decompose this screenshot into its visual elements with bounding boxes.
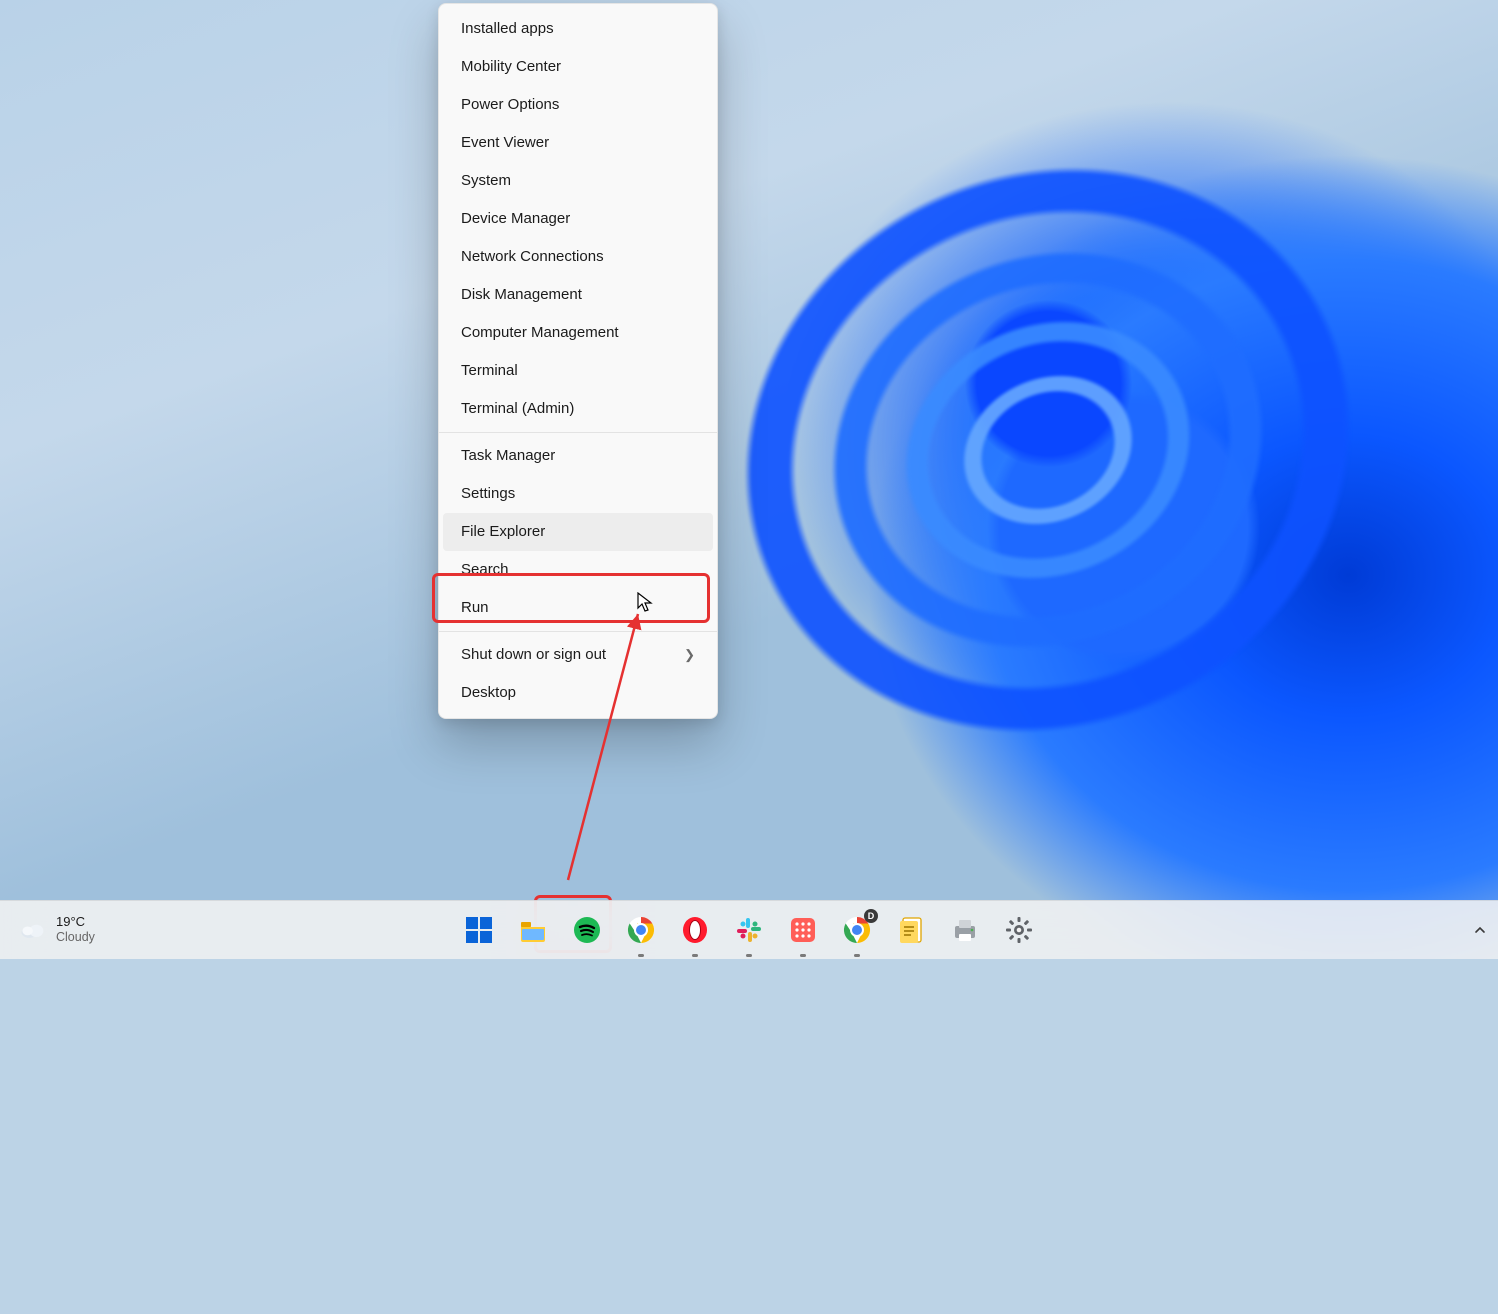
calendar-app-icon[interactable] xyxy=(780,907,826,953)
printer-icon xyxy=(951,916,979,944)
menu-item-label: Network Connections xyxy=(461,248,604,266)
menu-item-device-manager[interactable]: Device Manager xyxy=(443,200,713,238)
weather-widget[interactable]: 19°C Cloudy xyxy=(0,901,113,959)
file-explorer-app-icon[interactable] xyxy=(510,907,556,953)
chevron-right-icon: ❯ xyxy=(684,647,695,663)
note-icon xyxy=(897,916,925,944)
taskbar: 19°C Cloudy xyxy=(0,900,1498,959)
menu-item-settings[interactable]: Settings xyxy=(443,475,713,513)
menu-item-label: Installed apps xyxy=(461,20,554,38)
system-tray[interactable] xyxy=(1470,901,1490,959)
menu-item-label: Terminal (Admin) xyxy=(461,400,574,418)
running-indicator xyxy=(746,954,752,957)
menu-item-task-manager[interactable]: Task Manager xyxy=(443,437,713,475)
slack-icon xyxy=(735,916,763,944)
weather-text: 19°C Cloudy xyxy=(56,915,95,944)
badge-icon: D xyxy=(864,909,878,923)
wallpaper-bloom-graphic xyxy=(184,0,1498,1314)
settings-app-icon[interactable] xyxy=(996,907,1042,953)
desktop-wallpaper[interactable] xyxy=(0,0,1498,959)
menu-item-label: System xyxy=(461,172,511,190)
menu-item-computer-management[interactable]: Computer Management xyxy=(443,314,713,352)
menu-item-terminal-admin[interactable]: Terminal (Admin) xyxy=(443,390,713,428)
weather-condition: Cloudy xyxy=(56,930,95,944)
chrome-app-icon[interactable] xyxy=(618,907,664,953)
menu-item-power-options[interactable]: Power Options xyxy=(443,86,713,124)
winx-context-menu: Installed apps Mobility Center Power Opt… xyxy=(438,3,718,719)
running-indicator xyxy=(692,954,698,957)
menu-item-label: Mobility Center xyxy=(461,58,561,76)
chrome-icon xyxy=(627,916,655,944)
menu-item-installed-apps[interactable]: Installed apps xyxy=(443,10,713,48)
windows-logo-icon xyxy=(465,916,493,944)
gear-icon xyxy=(1005,916,1033,944)
menu-item-label: Shut down or sign out xyxy=(461,646,606,664)
menu-item-event-viewer[interactable]: Event Viewer xyxy=(443,124,713,162)
opera-icon xyxy=(681,916,709,944)
menu-item-label: Desktop xyxy=(461,684,516,702)
menu-separator xyxy=(439,631,717,632)
menu-item-network-connections[interactable]: Network Connections xyxy=(443,238,713,276)
menu-item-system[interactable]: System xyxy=(443,162,713,200)
weather-temperature: 19°C xyxy=(56,915,95,930)
device-app-icon[interactable] xyxy=(942,907,988,953)
folder-icon xyxy=(519,916,547,944)
menu-item-disk-management[interactable]: Disk Management xyxy=(443,276,713,314)
opera-app-icon[interactable] xyxy=(672,907,718,953)
menu-item-label: Search xyxy=(461,561,509,579)
start-button[interactable] xyxy=(456,907,502,953)
notes-app-icon[interactable] xyxy=(888,907,934,953)
menu-item-label: Event Viewer xyxy=(461,134,549,152)
running-indicator xyxy=(800,954,806,957)
menu-item-mobility-center[interactable]: Mobility Center xyxy=(443,48,713,86)
slack-app-icon[interactable] xyxy=(726,907,772,953)
menu-item-label: Disk Management xyxy=(461,286,582,304)
spotify-icon xyxy=(573,916,601,944)
menu-item-run[interactable]: Run xyxy=(443,589,713,627)
menu-item-terminal[interactable]: Terminal xyxy=(443,352,713,390)
menu-item-label: Settings xyxy=(461,485,515,503)
grid-app-icon xyxy=(789,916,817,944)
menu-item-desktop[interactable]: Desktop xyxy=(443,674,713,712)
menu-item-label: Device Manager xyxy=(461,210,570,228)
weather-cloud-icon xyxy=(18,919,46,941)
menu-separator xyxy=(439,432,717,433)
spotify-app-icon[interactable] xyxy=(564,907,610,953)
menu-item-label: Power Options xyxy=(461,96,559,114)
menu-item-file-explorer[interactable]: File Explorer xyxy=(443,513,713,551)
menu-item-search[interactable]: Search xyxy=(443,551,713,589)
menu-item-label: Terminal xyxy=(461,362,518,380)
menu-item-label: Task Manager xyxy=(461,447,555,465)
tray-overflow-chevron-icon[interactable] xyxy=(1470,920,1490,940)
menu-item-label: Run xyxy=(461,599,489,617)
chrome-dev-app-icon[interactable]: D xyxy=(834,907,880,953)
menu-item-label: Computer Management xyxy=(461,324,619,342)
running-indicator xyxy=(854,954,860,957)
taskbar-pinned-apps: D xyxy=(456,901,1042,959)
running-indicator xyxy=(638,954,644,957)
menu-item-shutdown-signout[interactable]: Shut down or sign out ❯ xyxy=(443,636,713,674)
menu-item-label: File Explorer xyxy=(461,523,545,541)
